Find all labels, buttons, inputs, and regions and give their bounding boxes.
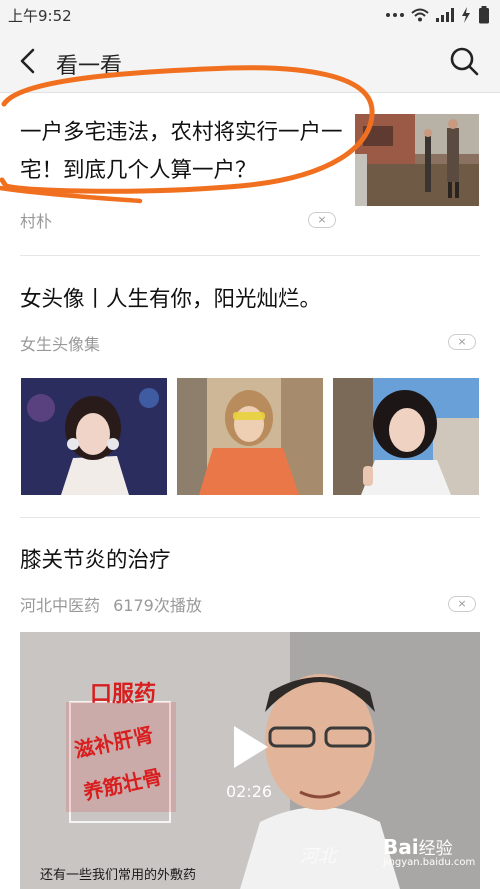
more-dots-icon — [386, 13, 404, 17]
article-image[interactable] — [333, 378, 479, 495]
divider — [20, 255, 480, 256]
article-source: 河北中医药 — [20, 596, 101, 615]
signal-icon — [436, 8, 454, 22]
battery-icon — [479, 6, 489, 24]
baidu-watermark-text: 经验 — [418, 839, 453, 859]
status-time: 上午9:52 — [8, 7, 72, 25]
top-nav: 看一看 — [0, 30, 500, 93]
article-source: 女生头像集 — [20, 335, 101, 354]
video-watermark: 河北 — [300, 846, 336, 867]
article-title[interactable]: 一户多宅违法，农村将实行一户一宅！到底几个人算一户？ — [20, 114, 360, 190]
article-source: 村朴 — [20, 212, 53, 231]
video-subtitle: 还有一些我们常用的外敷药 — [40, 868, 197, 883]
play-count: 6179次播放 — [113, 596, 202, 615]
video-duration: 02:26 — [226, 782, 273, 801]
dismiss-button[interactable]: × — [308, 212, 336, 228]
article-image[interactable] — [21, 378, 167, 495]
divider — [20, 517, 480, 518]
search-icon[interactable] — [448, 45, 480, 77]
wifi-icon — [411, 8, 429, 22]
status-bar: 上午9:52 — [0, 0, 500, 30]
baidu-watermark: Bai经验 jingyan.baidu.com — [383, 834, 475, 868]
article-thumbnail — [355, 114, 479, 206]
article-title[interactable]: 膝关节炎的治疗 — [20, 543, 171, 574]
baidu-url: jingyan.baidu.com — [383, 857, 476, 868]
charging-icon — [462, 7, 470, 23]
article-image[interactable] — [177, 378, 323, 495]
play-icon[interactable] — [230, 724, 270, 770]
back-arrow-icon[interactable] — [14, 46, 44, 76]
overlay-title: 口服药 — [90, 682, 157, 707]
baidu-logo: Bai — [383, 835, 419, 859]
article-card[interactable]: 一户多宅违法，农村将实行一户一宅！到底几个人算一户？ 村朴 × — [0, 92, 500, 254]
article-title[interactable]: 女头像丨人生有你，阳光灿烂。 — [20, 282, 321, 313]
page-title: 看一看 — [56, 54, 123, 79]
dismiss-button[interactable]: × — [448, 596, 476, 612]
dismiss-button[interactable]: × — [448, 334, 476, 350]
